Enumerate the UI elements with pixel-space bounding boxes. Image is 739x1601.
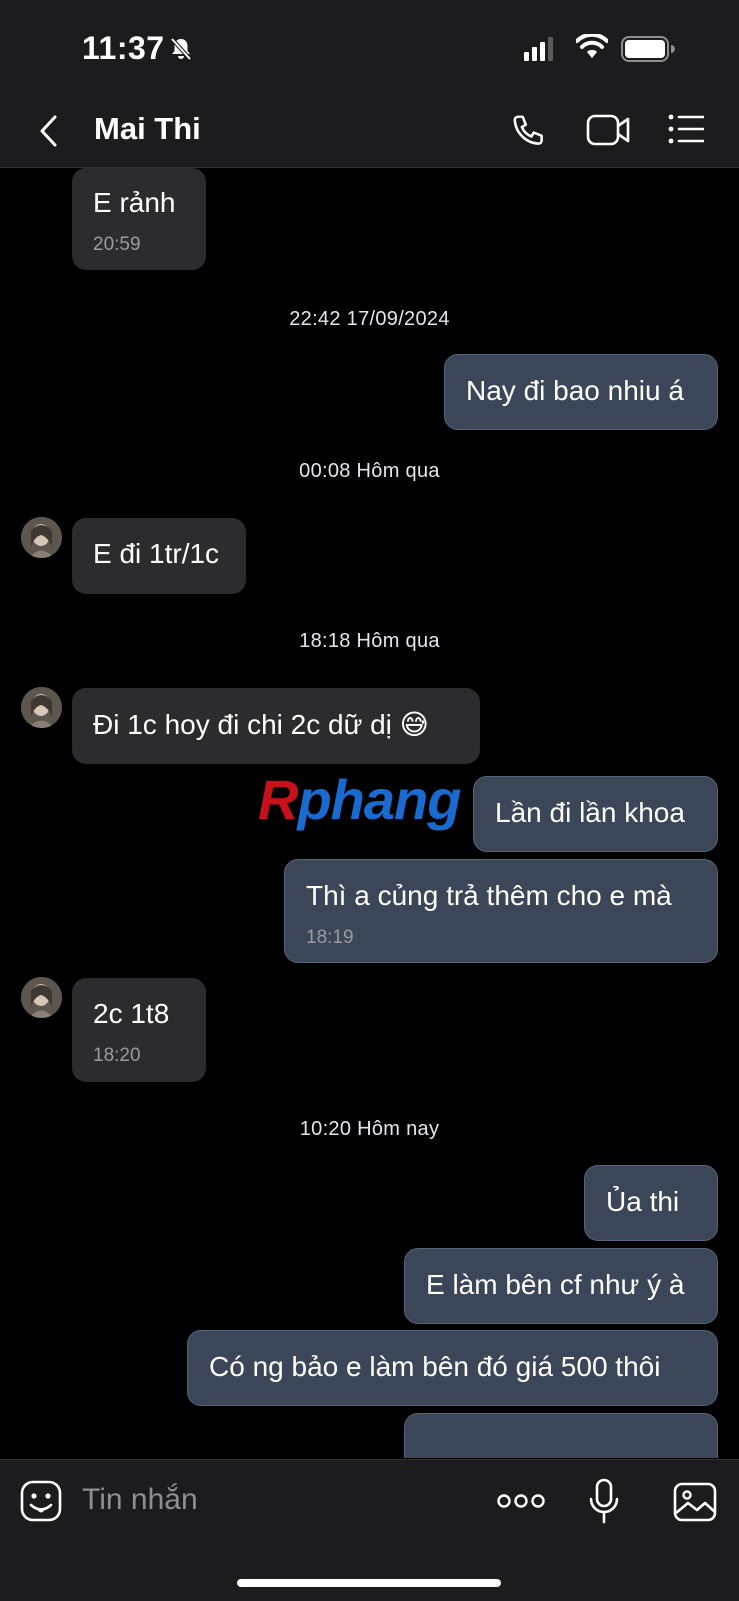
wifi-icon [576,34,608,58]
date-separator: 10:20 Hôm nay [299,1118,440,1140]
message-text: Ủa thi [606,1186,680,1217]
message-text: E làm bên cf như ý à [426,1269,685,1300]
home-indicator [237,1579,501,1587]
options-list-icon[interactable] [668,113,704,145]
message-time: 20:59 [93,234,141,255]
date-separator: 18:18 Hôm qua [299,630,440,652]
outgoing-message[interactable]: Thì a củng trả thêm cho e mà 18:19 [284,859,718,963]
message-time: 18:19 [306,927,354,948]
avatar[interactable] [21,687,62,728]
cellular-signal-icon [524,37,553,61]
sticker-icon[interactable] [20,1480,62,1522]
message-text: 2c 1t8 [93,998,170,1029]
incoming-message[interactable]: E rảnh 20:59 [72,168,206,270]
video-call-icon[interactable] [586,113,630,147]
contact-name[interactable]: Mai Thi [94,111,201,147]
avatar[interactable] [21,517,62,558]
incoming-message[interactable]: 2c 1t8 18:20 [72,978,206,1082]
outgoing-message[interactable]: E làm bên cf như ý à [404,1248,718,1324]
avatar[interactable] [21,977,62,1018]
chat-header: Mai Thi [0,95,739,168]
outgoing-message-partial[interactable] [404,1413,718,1458]
message-input-bar: Tin nhắn [0,1459,739,1601]
message-text: Đi 1c hoy đi chi 2c dữ dị 😅 [93,709,429,740]
bell-off-icon [170,37,192,61]
date-separator: 00:08 Hôm qua [299,460,440,482]
image-gallery-icon[interactable] [673,1482,717,1522]
microphone-icon[interactable] [588,1478,620,1524]
message-text: Có ng bảo e làm bên đó giá 500 thôi [209,1351,661,1382]
phone-call-icon[interactable] [510,112,548,150]
message-input[interactable]: Tin nhắn [82,1483,198,1517]
message-text: E rảnh [93,187,176,218]
message-text: E đi 1tr/1c [93,538,220,569]
status-time: 11:37 [82,30,165,66]
incoming-message[interactable]: E đi 1tr/1c [72,518,246,594]
back-arrow-icon[interactable] [38,113,60,149]
message-time: 18:20 [93,1045,141,1066]
date-separator: 22:42 17/09/2024 [289,308,450,330]
status-bar: 11:37 [0,0,739,95]
watermark-logo: Rphang [258,768,461,831]
outgoing-message[interactable]: Nay đi bao nhiu á [444,354,718,430]
outgoing-message[interactable]: Có ng bảo e làm bên đó giá 500 thôi [187,1330,718,1406]
outgoing-message[interactable]: Ủa thi [584,1165,718,1241]
incoming-message[interactable]: Đi 1c hoy đi chi 2c dữ dị 😅 [72,688,480,764]
more-options-icon[interactable] [497,1493,545,1509]
message-text: Lần đi lần khoa [495,797,685,828]
outgoing-message[interactable]: Lần đi lần khoa [473,776,718,852]
message-text: Thì a củng trả thêm cho e mà [306,880,672,911]
battery-icon [621,36,675,62]
message-text: Nay đi bao nhiu á [466,375,684,406]
